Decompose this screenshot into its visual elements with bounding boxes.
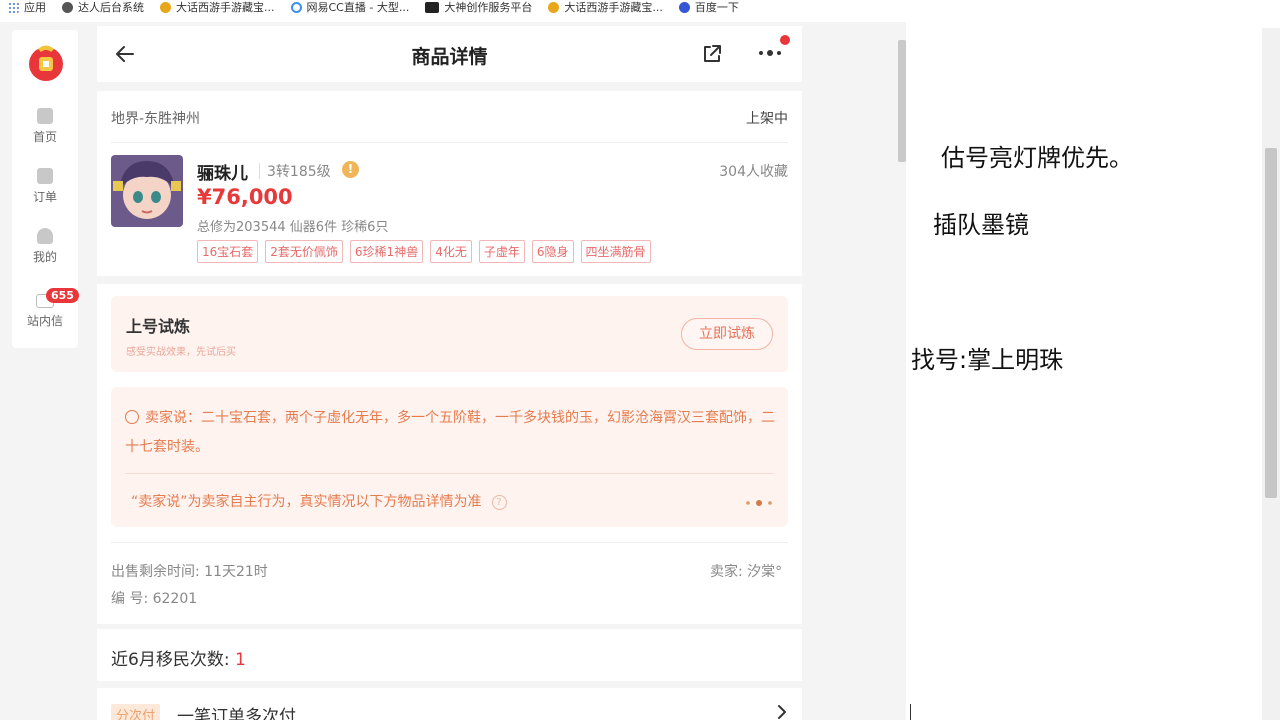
treasure-icon	[548, 1, 560, 13]
app-logo-icon[interactable]	[25, 40, 67, 82]
home-icon	[37, 108, 53, 124]
item-tag: 4化无	[430, 240, 472, 263]
installment-pay-row[interactable]: 分次付 一笔订单多次付	[97, 688, 802, 720]
seller-says-text: 卖家说：二十宝石套，两个子虚化无年，多一个五阶鞋，一千多块钱的玉，幻影沧海霄汉三…	[125, 410, 775, 455]
item-tags: 16宝石套 2套无价佩饰 6珍稀1神兽 4化无 子虚年 6隐身 四坐满筋骨	[197, 240, 658, 263]
note-line: 找号:掌上明珠	[911, 346, 1064, 374]
phone-scrollbar[interactable]	[898, 40, 906, 162]
divider	[125, 473, 774, 474]
share-icon[interactable]	[700, 42, 724, 66]
dashen-icon	[425, 1, 440, 13]
divider	[111, 142, 788, 143]
item-tag: 四坐满筋骨	[580, 240, 651, 263]
character-name: 骊珠儿	[197, 164, 248, 184]
migration-count: 近6月移民次数: 1	[111, 650, 246, 670]
baidu-paw-icon	[678, 1, 690, 13]
installment-text: 一笔订单多次付	[177, 707, 296, 720]
item-tag: 16宝石套	[197, 240, 259, 263]
notification-dot	[780, 35, 790, 45]
expand-dots-icon[interactable]	[745, 499, 773, 507]
bookmarks-bar: 应用 达人后台系统 大话西游手游藏宝... 网易CC直播 - 大型... 大神创…	[0, 0, 1280, 14]
item-card: 地界-东胜神州 上架中 骊珠儿 3转185级 ! 304人收藏 ¥76,000 …	[97, 91, 802, 276]
page-scrollbar-thumb[interactable]	[1265, 148, 1277, 498]
bookmark-dashen[interactable]: 大神创作服务平台	[425, 0, 532, 14]
divider	[111, 542, 788, 543]
chevron-right-icon	[778, 705, 786, 719]
warning-icon[interactable]: !	[342, 161, 359, 178]
item-tag: 6隐身	[531, 240, 574, 263]
more-dots-icon[interactable]	[757, 48, 783, 58]
character-level: 3转185级	[267, 164, 331, 180]
bookmark-cc-live[interactable]: 网易CC直播 - 大型...	[290, 0, 409, 14]
page-title: 商品详情	[411, 46, 488, 68]
installment-tag: 分次付	[111, 704, 161, 720]
side-nav: 首页 订单 我的 站内信 655	[12, 30, 79, 348]
separator	[259, 163, 260, 179]
note-line: 估号亮灯牌优先。	[941, 144, 1133, 172]
listing-status: 上架中	[746, 111, 788, 127]
character-avatar[interactable]	[111, 155, 183, 227]
page-header: 商品详情	[97, 26, 802, 82]
user-icon	[37, 228, 53, 244]
help-question-icon[interactable]: ?	[491, 495, 507, 510]
nav-item-mine[interactable]: 我的	[12, 228, 78, 265]
item-tag: 子虚年	[478, 240, 525, 263]
bookmark-daren[interactable]: 达人后台系统	[62, 0, 144, 14]
bookmark-apps[interactable]: 应用	[8, 0, 46, 14]
trial-title: 上号试炼	[126, 317, 191, 336]
chat-bubble-icon	[125, 410, 139, 424]
nav-item-home[interactable]: 首页	[12, 108, 78, 145]
item-stats: 总修为203544 仙器6件 珍稀6只	[197, 220, 389, 235]
item-serial-number: 编 号: 62201	[111, 591, 198, 607]
item-tag: 2套无价佩饰	[265, 240, 343, 263]
bookmark-cangbao-1[interactable]: 大话西游手游藏宝...	[160, 0, 275, 14]
treasure-icon	[160, 1, 171, 13]
migration-count-card: 近6月移民次数: 1	[97, 629, 802, 681]
seller-disclaimer: “卖家说”为卖家自主行为，真实情况以下方物品详情为准?	[131, 491, 507, 511]
bookmark-baidu[interactable]: 百度一下	[678, 0, 739, 14]
item-tag: 6珍稀1神兽	[349, 240, 424, 263]
text-cursor	[910, 704, 911, 720]
nav-item-orders[interactable]: 订单	[12, 168, 78, 205]
bookmark-cangbao-2[interactable]: 大话西游手游藏宝...	[548, 0, 663, 14]
trial-subtitle: 感受实战效果，先试后买	[126, 347, 236, 358]
seller-says-box: 卖家说：二十宝石套，两个子虚化无年，多一个五阶鞋，一千多块钱的玉，幻影沧海霄汉三…	[111, 387, 788, 527]
seller-name[interactable]: 卖家: 汐棠°	[710, 561, 782, 581]
apps-grid-icon	[8, 1, 19, 13]
server-name: 地界-东胜神州	[111, 111, 201, 127]
globe-icon	[62, 1, 73, 13]
order-icon	[37, 168, 53, 184]
sale-remaining-time: 出售剩余时间: 11天21时	[111, 564, 268, 580]
cc-live-icon	[290, 1, 302, 13]
item-price: ¥76,000	[197, 185, 293, 209]
start-trial-button[interactable]: 立即试炼	[681, 318, 773, 350]
message-count-badge: 655	[46, 288, 79, 303]
favorite-count: 304人收藏	[719, 164, 788, 180]
note-line: 插队墨镜	[933, 211, 1029, 239]
trial-card: 上号试炼 感受实战效果，先试后买 立即试炼	[111, 296, 788, 372]
